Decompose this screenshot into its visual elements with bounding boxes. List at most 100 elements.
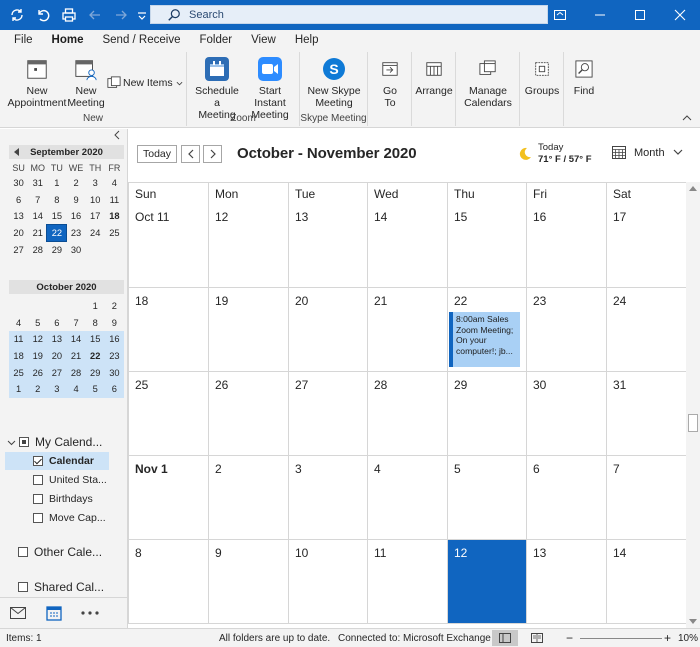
- minimize-button[interactable]: [580, 0, 620, 30]
- new-appointment-button[interactable]: New Appointment: [7, 56, 67, 109]
- mini-day[interactable]: 31: [28, 175, 47, 192]
- mini-day[interactable]: 25: [9, 364, 29, 381]
- day-cell[interactable]: Nov 1: [129, 456, 209, 540]
- day-cell[interactable]: 12: [209, 204, 289, 288]
- tab-send-receive[interactable]: Send / Receive: [95, 30, 187, 50]
- tab-folder[interactable]: Folder: [192, 30, 239, 50]
- weather-widget[interactable]: Today 71° F / 57° F: [518, 142, 592, 166]
- day-cell[interactable]: 19: [209, 288, 289, 372]
- new-items-button[interactable]: New Items: [107, 76, 183, 90]
- mini-day[interactable]: 24: [86, 225, 105, 242]
- mini-day[interactable]: 17: [86, 208, 105, 225]
- day-cell[interactable]: 17: [607, 204, 687, 288]
- mini-day[interactable]: 8: [86, 315, 105, 332]
- search-input[interactable]: Search: [150, 5, 548, 24]
- mini-day[interactable]: 2: [105, 298, 124, 315]
- day-cell[interactable]: 12: [448, 540, 527, 624]
- mini-day[interactable]: 5: [85, 380, 105, 398]
- mini-day[interactable]: 15: [47, 208, 66, 225]
- mini-day[interactable]: 6: [47, 315, 66, 332]
- new-meeting-button[interactable]: New Meeting: [67, 56, 105, 109]
- day-cell[interactable]: 15: [448, 204, 527, 288]
- maximize-button[interactable]: [620, 0, 660, 30]
- mini-day[interactable]: 21: [66, 347, 86, 365]
- start-instant-meeting-button[interactable]: Start Instant Meeting: [242, 56, 298, 121]
- mini-day[interactable]: 28: [28, 241, 47, 258]
- day-cell[interactable]: Oct 11: [129, 204, 209, 288]
- groups-button[interactable]: Groups: [522, 56, 562, 97]
- normal-view-button[interactable]: [492, 630, 518, 646]
- mini-day[interactable]: 30: [104, 364, 124, 381]
- tab-view[interactable]: View: [244, 30, 283, 50]
- next-button[interactable]: [203, 145, 222, 163]
- previous-button[interactable]: [181, 145, 200, 163]
- previous-month-icon[interactable]: [13, 147, 21, 157]
- folder-group-my-calendars[interactable]: My Calend...: [7, 433, 102, 451]
- mini-day[interactable]: 1: [47, 175, 66, 192]
- mini-day[interactable]: 4: [66, 380, 86, 398]
- mini-day[interactable]: 7: [28, 192, 47, 209]
- shared-calendars-checkbox[interactable]: [18, 582, 28, 592]
- arrange-button[interactable]: Arrange: [414, 56, 454, 97]
- collapse-ribbon-icon[interactable]: [682, 113, 692, 123]
- folder-group-shared-calendars[interactable]: Shared Cal...: [18, 578, 104, 596]
- other-calendars-checkbox[interactable]: [18, 547, 28, 557]
- scroll-up-icon[interactable]: [689, 185, 697, 191]
- mini-day[interactable]: 29: [85, 364, 105, 381]
- schedule-meeting-button[interactable]: Schedule a Meeting: [192, 56, 242, 121]
- mini-day[interactable]: 30: [66, 241, 85, 258]
- day-cell[interactable]: 25: [129, 372, 209, 456]
- day-cell[interactable]: 21: [368, 288, 448, 372]
- day-cell[interactable]: 4: [368, 456, 448, 540]
- mini-day[interactable]: 18: [105, 208, 124, 225]
- day-cell[interactable]: 11: [368, 540, 448, 624]
- day-cell[interactable]: 5: [448, 456, 527, 540]
- mini-day[interactable]: 14: [66, 331, 86, 348]
- day-cell[interactable]: 27: [289, 372, 368, 456]
- collapse-pane-icon[interactable]: [112, 130, 122, 140]
- mini-day[interactable]: 12: [28, 331, 48, 348]
- mini-day[interactable]: 15: [85, 331, 105, 348]
- mini-day[interactable]: 1: [86, 298, 105, 315]
- day-cell[interactable]: 14: [607, 540, 687, 624]
- day-cell[interactable]: 14: [368, 204, 448, 288]
- mini-day[interactable]: 29: [47, 241, 66, 258]
- mini-day[interactable]: 14: [28, 208, 47, 225]
- day-cell[interactable]: 8: [129, 540, 209, 624]
- tab-help[interactable]: Help: [288, 30, 326, 50]
- undo-button[interactable]: [30, 0, 56, 30]
- mini-day[interactable]: 19: [28, 347, 48, 365]
- mini-day[interactable]: 1: [9, 380, 29, 398]
- scroll-down-icon[interactable]: [689, 619, 697, 625]
- folder-item-calendar[interactable]: Calendar: [5, 452, 109, 470]
- zoom-slider[interactable]: [580, 638, 662, 639]
- day-cell[interactable]: 3: [289, 456, 368, 540]
- mini-day[interactable]: 3: [47, 380, 67, 398]
- mini-day[interactable]: 23: [66, 225, 85, 242]
- ribbon-display-button[interactable]: [540, 0, 580, 30]
- mini-day[interactable]: 23: [104, 347, 124, 365]
- calendar-checkbox[interactable]: [33, 456, 43, 466]
- day-cell[interactable]: 6: [527, 456, 607, 540]
- day-cell[interactable]: 26: [209, 372, 289, 456]
- mini-day[interactable]: 9: [66, 192, 85, 209]
- birthdays-checkbox[interactable]: [33, 494, 43, 504]
- mini-day-today[interactable]: 22: [46, 223, 68, 243]
- mini-day[interactable]: 18: [9, 347, 29, 365]
- day-cell[interactable]: 16: [527, 204, 607, 288]
- scrollbar-thumb[interactable]: [688, 414, 698, 432]
- day-cell[interactable]: 28: [368, 372, 448, 456]
- mini-day[interactable]: 3: [86, 175, 105, 192]
- mini-day[interactable]: 2: [28, 380, 48, 398]
- day-cell[interactable]: 20: [289, 288, 368, 372]
- mini-day[interactable]: 20: [9, 225, 28, 242]
- mini-day[interactable]: 25: [105, 225, 124, 242]
- find-button[interactable]: Find: [566, 56, 602, 97]
- sync-button[interactable]: [4, 0, 30, 30]
- folder-item-move-cap[interactable]: Move Cap...: [33, 509, 106, 527]
- mini-day[interactable]: 9: [105, 315, 124, 332]
- united-states-checkbox[interactable]: [33, 475, 43, 485]
- mini-day[interactable]: 30: [9, 175, 28, 192]
- day-cell[interactable]: 30: [527, 372, 607, 456]
- folder-item-united-states[interactable]: United Sta...: [33, 471, 107, 489]
